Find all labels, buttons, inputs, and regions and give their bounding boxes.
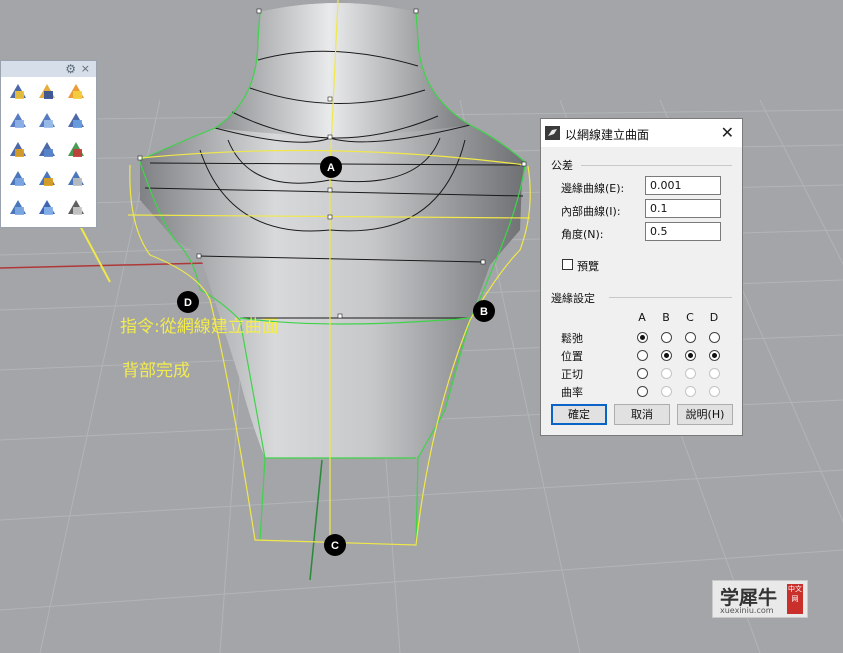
rhino-app-icon xyxy=(545,126,560,140)
edge-curves-label: 邊緣曲線(E): xyxy=(561,182,625,195)
cancel-button[interactable]: 取消 xyxy=(614,404,670,425)
angle-label: 角度(N): xyxy=(561,228,604,241)
row-label-curvature: 曲率 xyxy=(561,386,583,399)
texture-icon[interactable] xyxy=(65,139,87,161)
sweep-icon[interactable] xyxy=(36,110,58,132)
divider xyxy=(609,297,732,298)
radio-b-row2 xyxy=(661,368,672,379)
curve-icon[interactable] xyxy=(36,168,58,190)
grid-icon[interactable] xyxy=(65,197,87,219)
site-watermark: 学犀牛 xuexiniu.com 中文网 xyxy=(712,580,808,618)
ok-button[interactable]: 確定 xyxy=(551,404,607,425)
edge-settings-section-label: 邊緣設定 xyxy=(551,292,595,305)
radio-b-row0[interactable] xyxy=(661,332,672,343)
tolerance-section-label: 公差 xyxy=(551,159,573,172)
preview-checkbox[interactable] xyxy=(562,259,573,270)
radio-c-row1[interactable] xyxy=(685,350,696,361)
head-icon[interactable] xyxy=(7,197,29,219)
marker-d-label: D xyxy=(184,297,192,309)
marker-c: C xyxy=(324,534,346,556)
help-button[interactable]: 說明(H) xyxy=(677,404,733,425)
column-header-b: B xyxy=(662,311,670,324)
marker-a: A xyxy=(320,156,342,178)
radio-d-row1[interactable] xyxy=(709,350,720,361)
close-icon[interactable]: ✕ xyxy=(721,123,734,142)
cone-icon[interactable] xyxy=(7,168,29,190)
surface-toolbar: ⚙ × xyxy=(0,60,97,228)
marker-c-label: C xyxy=(331,540,339,552)
row-label-loose: 鬆弛 xyxy=(561,332,583,345)
radio-c-row3 xyxy=(685,386,696,397)
marker-a-label: A xyxy=(327,162,335,174)
radio-a-row0[interactable] xyxy=(637,332,648,343)
radio-d-row2 xyxy=(709,368,720,379)
inner-curves-field[interactable]: 0.1 xyxy=(645,199,721,218)
radio-d-row3 xyxy=(709,386,720,397)
status-annotation: 背部完成 xyxy=(122,361,190,381)
gradient-icon[interactable] xyxy=(36,197,58,219)
column-header-c: C xyxy=(686,311,694,324)
close-icon[interactable]: × xyxy=(81,61,90,77)
dialog-titlebar[interactable]: 以網線建立曲面 ✕ xyxy=(541,119,742,147)
radio-b-row1[interactable] xyxy=(661,350,672,361)
watermark-url: xuexiniu.com xyxy=(720,606,774,615)
row-label-tangency: 正切 xyxy=(561,368,583,381)
gear-icon[interactable]: ⚙ xyxy=(65,61,76,77)
row-label-position: 位置 xyxy=(561,350,583,363)
network-surface-dialog: 以網線建立曲面 ✕ 公差 邊緣曲線(E): 0.001 內部曲線(I): 0.1… xyxy=(540,118,743,436)
extend-icon[interactable] xyxy=(36,139,58,161)
preview-label: 預覽 xyxy=(577,260,599,273)
column-header-d: D xyxy=(709,311,719,324)
radio-a-row1[interactable] xyxy=(637,350,648,361)
network-surface-icon[interactable] xyxy=(7,110,29,132)
edge-curves-field[interactable]: 0.001 xyxy=(645,176,721,195)
marker-d: D xyxy=(177,291,199,313)
angle-field[interactable]: 0.5 xyxy=(645,222,721,241)
marker-b-label: B xyxy=(480,306,488,318)
plane-tool-icon[interactable] xyxy=(7,81,29,103)
radio-a-row3[interactable] xyxy=(637,386,648,397)
radio-c-row2 xyxy=(685,368,696,379)
explode-icon[interactable] xyxy=(65,81,87,103)
puzzle-surface-icon[interactable] xyxy=(36,81,58,103)
patch-icon[interactable] xyxy=(65,110,87,132)
transform-icon[interactable] xyxy=(7,139,29,161)
column-header-a: A xyxy=(638,311,646,324)
radio-c-row0[interactable] xyxy=(685,332,696,343)
radio-b-row3 xyxy=(661,386,672,397)
watermark-tag: 中文网 xyxy=(787,584,803,614)
radio-d-row0[interactable] xyxy=(709,332,720,343)
divider xyxy=(581,165,732,166)
sphere-icon[interactable] xyxy=(65,168,87,190)
radio-a-row2[interactable] xyxy=(637,368,648,379)
inner-curves-label: 內部曲線(I): xyxy=(561,205,621,218)
dialog-title: 以網線建立曲面 xyxy=(565,128,650,142)
command-annotation: 指令:從網線建立曲面 xyxy=(120,317,279,337)
toolbar-header[interactable]: ⚙ × xyxy=(1,61,96,77)
marker-b: B xyxy=(473,300,495,322)
